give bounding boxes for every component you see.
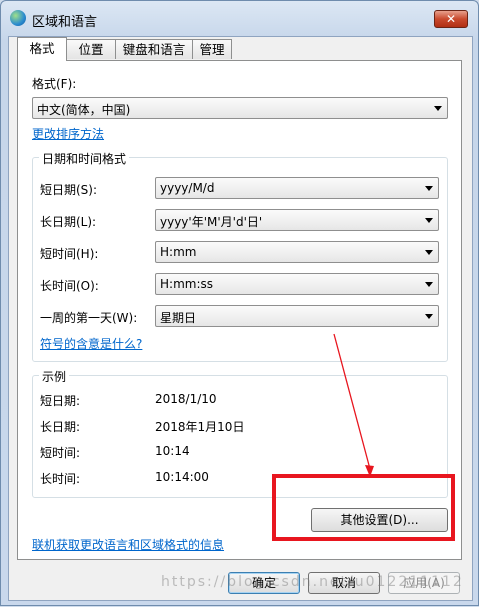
tab-format[interactable]: 格式 xyxy=(17,37,67,61)
watermark-text: https://blog.csdn.net/u012211112 xyxy=(161,574,464,590)
region-language-window: 区域和语言 ✕ 格式 位置 键盘和语言 管理 格式(F): 中文(简体，中国) … xyxy=(0,0,479,606)
annotation-highlight-box xyxy=(272,474,455,541)
